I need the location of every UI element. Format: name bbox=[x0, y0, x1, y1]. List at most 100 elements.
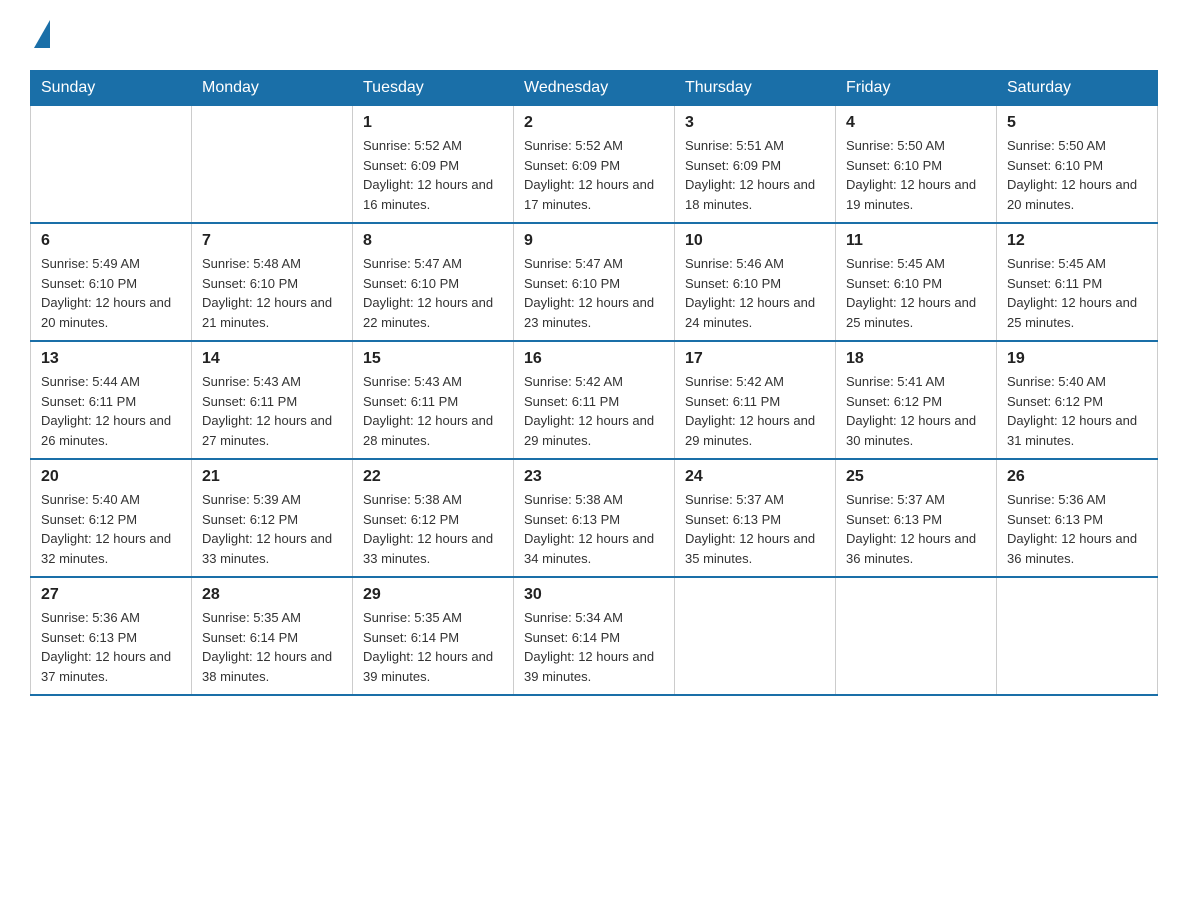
day-number: 9 bbox=[524, 232, 664, 250]
day-number: 5 bbox=[1007, 114, 1147, 132]
table-row: 9 Sunrise: 5:47 AMSunset: 6:10 PMDaylight… bbox=[514, 223, 675, 341]
day-info: Sunrise: 5:50 AMSunset: 6:10 PMDaylight:… bbox=[1007, 136, 1147, 214]
week-row-4: 20 Sunrise: 5:40 AMSunset: 6:12 PMDayligh… bbox=[31, 459, 1158, 577]
day-info: Sunrise: 5:51 AMSunset: 6:09 PMDaylight:… bbox=[685, 136, 825, 214]
day-number: 7 bbox=[202, 232, 342, 250]
day-info: Sunrise: 5:35 AMSunset: 6:14 PMDaylight:… bbox=[202, 608, 342, 686]
table-row: 15Sunrise: 5:43 AMSunset: 6:11 PMDayligh… bbox=[353, 341, 514, 459]
day-info: Sunrise: 5:43 AMSunset: 6:11 PMDaylight:… bbox=[363, 372, 503, 450]
table-row bbox=[675, 577, 836, 695]
day-info: Sunrise: 5:47 AMSunset: 6:10 PMDaylight:… bbox=[524, 254, 664, 332]
day-info: Sunrise: 5:39 AMSunset: 6:12 PMDaylight:… bbox=[202, 490, 342, 568]
day-number: 14 bbox=[202, 350, 342, 368]
table-row: 25 Sunrise: 5:37 AMSunset: 6:13 PMDayligh… bbox=[836, 459, 997, 577]
table-row: 21 Sunrise: 5:39 AMSunset: 6:12 PMDayligh… bbox=[192, 459, 353, 577]
table-row: 11Sunrise: 5:45 AMSunset: 6:10 PMDayligh… bbox=[836, 223, 997, 341]
logo-triangle-icon bbox=[34, 20, 50, 48]
day-info: Sunrise: 5:44 AMSunset: 6:11 PMDaylight:… bbox=[41, 372, 181, 450]
table-row: 12Sunrise: 5:45 AMSunset: 6:11 PMDayligh… bbox=[997, 223, 1158, 341]
day-info: Sunrise: 5:46 AMSunset: 6:10 PMDaylight:… bbox=[685, 254, 825, 332]
day-info: Sunrise: 5:36 AMSunset: 6:13 PMDaylight:… bbox=[1007, 490, 1147, 568]
week-row-2: 6Sunrise: 5:49 AMSunset: 6:10 PMDaylight… bbox=[31, 223, 1158, 341]
table-row: 24 Sunrise: 5:37 AMSunset: 6:13 PMDayligh… bbox=[675, 459, 836, 577]
day-info: Sunrise: 5:52 AMSunset: 6:09 PMDaylight:… bbox=[363, 136, 503, 214]
day-info: Sunrise: 5:42 AMSunset: 6:11 PMDaylight:… bbox=[685, 372, 825, 450]
logo bbox=[30, 20, 50, 50]
table-row: 28 Sunrise: 5:35 AMSunset: 6:14 PMDayligh… bbox=[192, 577, 353, 695]
day-number: 26 bbox=[1007, 468, 1147, 486]
day-number: 29 bbox=[363, 586, 503, 604]
header-wednesday: Wednesday bbox=[514, 71, 675, 106]
day-number: 1 bbox=[363, 114, 503, 132]
day-number: 30 bbox=[524, 586, 664, 604]
day-info: Sunrise: 5:38 AMSunset: 6:13 PMDaylight:… bbox=[524, 490, 664, 568]
calendar-header: SundayMondayTuesdayWednesdayThursdayFrid… bbox=[31, 71, 1158, 106]
day-number: 8 bbox=[363, 232, 503, 250]
day-number: 2 bbox=[524, 114, 664, 132]
day-number: 17 bbox=[685, 350, 825, 368]
day-number: 28 bbox=[202, 586, 342, 604]
header-saturday: Saturday bbox=[997, 71, 1158, 106]
day-info: Sunrise: 5:37 AMSunset: 6:13 PMDaylight:… bbox=[846, 490, 986, 568]
day-number: 16 bbox=[524, 350, 664, 368]
week-row-5: 27 Sunrise: 5:36 AMSunset: 6:13 PMDayligh… bbox=[31, 577, 1158, 695]
days-of-week-row: SundayMondayTuesdayWednesdayThursdayFrid… bbox=[31, 71, 1158, 106]
day-info: Sunrise: 5:47 AMSunset: 6:10 PMDaylight:… bbox=[363, 254, 503, 332]
day-info: Sunrise: 5:49 AMSunset: 6:10 PMDaylight:… bbox=[41, 254, 181, 332]
header-sunday: Sunday bbox=[31, 71, 192, 106]
table-row bbox=[997, 577, 1158, 695]
day-info: Sunrise: 5:48 AMSunset: 6:10 PMDaylight:… bbox=[202, 254, 342, 332]
calendar-table: SundayMondayTuesdayWednesdayThursdayFrid… bbox=[30, 70, 1158, 696]
day-number: 4 bbox=[846, 114, 986, 132]
table-row: 8 Sunrise: 5:47 AMSunset: 6:10 PMDaylight… bbox=[353, 223, 514, 341]
day-info: Sunrise: 5:36 AMSunset: 6:13 PMDaylight:… bbox=[41, 608, 181, 686]
header-friday: Friday bbox=[836, 71, 997, 106]
day-info: Sunrise: 5:50 AMSunset: 6:10 PMDaylight:… bbox=[846, 136, 986, 214]
day-number: 18 bbox=[846, 350, 986, 368]
table-row: 5 Sunrise: 5:50 AMSunset: 6:10 PMDaylight… bbox=[997, 106, 1158, 224]
table-row: 30Sunrise: 5:34 AMSunset: 6:14 PMDayligh… bbox=[514, 577, 675, 695]
table-row: 17 Sunrise: 5:42 AMSunset: 6:11 PMDayligh… bbox=[675, 341, 836, 459]
day-number: 27 bbox=[41, 586, 181, 604]
day-number: 24 bbox=[685, 468, 825, 486]
day-number: 21 bbox=[202, 468, 342, 486]
table-row: 2 Sunrise: 5:52 AMSunset: 6:09 PMDaylight… bbox=[514, 106, 675, 224]
table-row: 22 Sunrise: 5:38 AMSunset: 6:12 PMDayligh… bbox=[353, 459, 514, 577]
day-number: 19 bbox=[1007, 350, 1147, 368]
day-number: 11 bbox=[846, 232, 986, 250]
day-number: 25 bbox=[846, 468, 986, 486]
table-row: 19 Sunrise: 5:40 AMSunset: 6:12 PMDayligh… bbox=[997, 341, 1158, 459]
table-row: 6Sunrise: 5:49 AMSunset: 6:10 PMDaylight… bbox=[31, 223, 192, 341]
table-row bbox=[31, 106, 192, 224]
day-info: Sunrise: 5:37 AMSunset: 6:13 PMDaylight:… bbox=[685, 490, 825, 568]
day-info: Sunrise: 5:40 AMSunset: 6:12 PMDaylight:… bbox=[1007, 372, 1147, 450]
calendar-body: 1 Sunrise: 5:52 AMSunset: 6:09 PMDaylight… bbox=[31, 106, 1158, 696]
table-row bbox=[192, 106, 353, 224]
day-number: 20 bbox=[41, 468, 181, 486]
week-row-1: 1 Sunrise: 5:52 AMSunset: 6:09 PMDaylight… bbox=[31, 106, 1158, 224]
day-info: Sunrise: 5:41 AMSunset: 6:12 PMDaylight:… bbox=[846, 372, 986, 450]
day-info: Sunrise: 5:42 AMSunset: 6:11 PMDaylight:… bbox=[524, 372, 664, 450]
table-row: 20 Sunrise: 5:40 AMSunset: 6:12 PMDayligh… bbox=[31, 459, 192, 577]
table-row: 27 Sunrise: 5:36 AMSunset: 6:13 PMDayligh… bbox=[31, 577, 192, 695]
day-info: Sunrise: 5:40 AMSunset: 6:12 PMDaylight:… bbox=[41, 490, 181, 568]
week-row-3: 13 Sunrise: 5:44 AMSunset: 6:11 PMDayligh… bbox=[31, 341, 1158, 459]
header-tuesday: Tuesday bbox=[353, 71, 514, 106]
day-number: 10 bbox=[685, 232, 825, 250]
table-row: 3 Sunrise: 5:51 AMSunset: 6:09 PMDaylight… bbox=[675, 106, 836, 224]
table-row: 23Sunrise: 5:38 AMSunset: 6:13 PMDayligh… bbox=[514, 459, 675, 577]
table-row: 16 Sunrise: 5:42 AMSunset: 6:11 PMDayligh… bbox=[514, 341, 675, 459]
table-row: 29Sunrise: 5:35 AMSunset: 6:14 PMDayligh… bbox=[353, 577, 514, 695]
header-monday: Monday bbox=[192, 71, 353, 106]
page-header bbox=[30, 20, 1158, 50]
day-number: 22 bbox=[363, 468, 503, 486]
table-row: 1 Sunrise: 5:52 AMSunset: 6:09 PMDaylight… bbox=[353, 106, 514, 224]
day-info: Sunrise: 5:52 AMSunset: 6:09 PMDaylight:… bbox=[524, 136, 664, 214]
day-number: 13 bbox=[41, 350, 181, 368]
day-info: Sunrise: 5:38 AMSunset: 6:12 PMDaylight:… bbox=[363, 490, 503, 568]
table-row: 7 Sunrise: 5:48 AMSunset: 6:10 PMDaylight… bbox=[192, 223, 353, 341]
day-number: 3 bbox=[685, 114, 825, 132]
table-row: 14Sunrise: 5:43 AMSunset: 6:11 PMDayligh… bbox=[192, 341, 353, 459]
table-row bbox=[836, 577, 997, 695]
day-number: 12 bbox=[1007, 232, 1147, 250]
